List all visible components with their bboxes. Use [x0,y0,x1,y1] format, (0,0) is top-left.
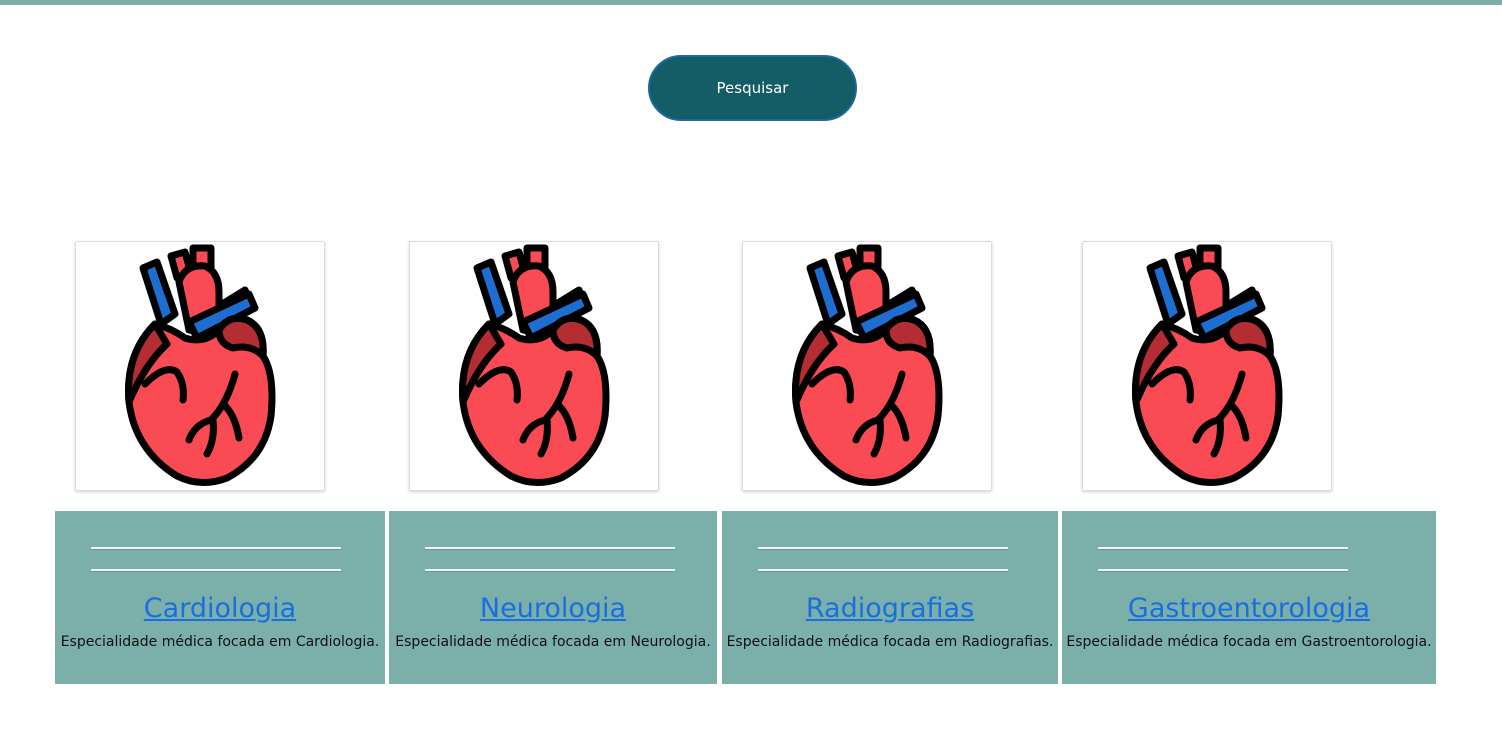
specialty-card-cardiologia: Cardiologia Especialidade médica focada … [55,511,385,684]
specialty-image[interactable] [742,241,992,491]
specialty-card-radiografias: Radiografias Especialidade médica focada… [722,511,1058,684]
specialty-link[interactable]: Radiografias [722,592,1058,626]
specialty-image[interactable] [1082,241,1332,491]
specialty-link[interactable]: Cardiologia [55,592,385,626]
specialty-description: Especialidade médica focada em Gastroent… [1066,634,1432,650]
heart-icon [1132,244,1283,486]
specialty-image[interactable] [75,241,325,491]
divider-line [758,547,1008,549]
heart-icon [792,244,943,486]
specialty-image[interactable] [409,241,659,491]
heart-icon [125,244,276,486]
heart-icon [459,244,610,486]
divider-line [1098,569,1348,571]
divider-line [91,569,341,571]
specialty-description: Especialidade médica focada em Neurologi… [395,634,711,650]
specialty-card-gastroentorologia: Gastroentorologia Especialidade médica f… [1062,511,1436,684]
divider-line [425,569,675,571]
divider-line [758,569,1008,571]
divider-line [91,547,341,549]
specialty-description: Especialidade médica focada em Radiograf… [726,634,1054,650]
specialty-description: Especialidade médica focada em Cardiolog… [60,634,380,650]
divider-line [425,547,675,549]
specialty-link[interactable]: Gastroentorologia [1062,592,1436,626]
top-accent-bar [0,0,1502,5]
divider-line [1098,547,1348,549]
specialty-card-neurologia: Neurologia Especialidade médica focada e… [389,511,717,684]
search-button[interactable]: Pesquisar [648,55,857,121]
specialty-link[interactable]: Neurologia [389,592,717,626]
